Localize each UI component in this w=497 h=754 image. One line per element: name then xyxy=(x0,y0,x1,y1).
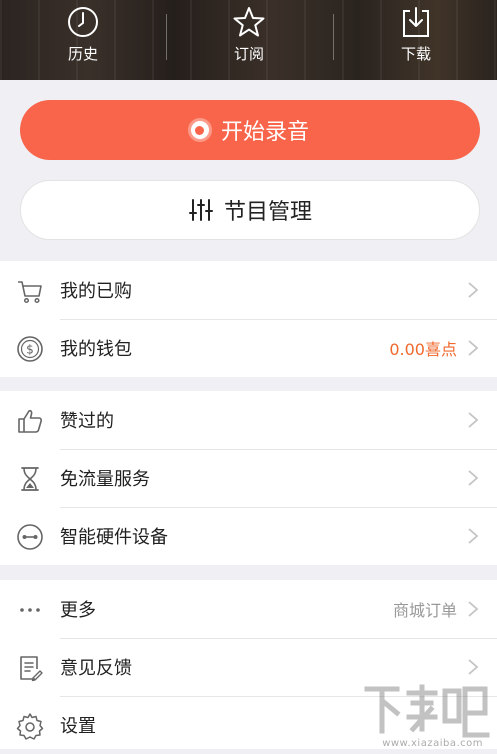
gear-icon xyxy=(16,713,44,740)
device-link-icon xyxy=(17,524,43,550)
nav-divider xyxy=(166,14,167,60)
list-item-label: 意见反馈 xyxy=(60,658,132,679)
list-group-purchases: 我的已购 $ 我的钱包 0.00喜点 xyxy=(0,261,497,377)
star-icon xyxy=(233,7,265,37)
download-label: 下载 xyxy=(400,45,431,63)
more-dots-icon xyxy=(20,608,40,612)
list-item-liked[interactable]: 赞过的 xyxy=(0,391,497,449)
hourglass-icon xyxy=(21,467,39,491)
subscribe-label: 订阅 xyxy=(233,45,264,63)
list-item-smart-hardware[interactable]: 智能硬件设备 xyxy=(0,507,497,565)
record-icon xyxy=(190,121,209,139)
start-recording-label: 开始录音 xyxy=(220,120,309,145)
wallet-coin-icon: $ xyxy=(17,336,43,362)
chevron-right-icon xyxy=(468,470,479,486)
download-button[interactable]: 下载 xyxy=(366,0,466,80)
history-button[interactable]: 历史 xyxy=(33,0,133,80)
list-item-label: 更多 xyxy=(60,600,96,621)
wallet-balance: 0.00喜点 xyxy=(389,340,457,359)
list-item-label: 设置 xyxy=(60,716,96,737)
chevron-right-icon xyxy=(468,528,479,544)
chevron-right-icon xyxy=(468,659,479,675)
program-management-label: 节目管理 xyxy=(223,200,312,225)
chevron-right-icon xyxy=(468,340,479,356)
svg-text:$: $ xyxy=(26,343,34,357)
clock-icon xyxy=(68,7,98,37)
cart-icon xyxy=(18,281,42,304)
program-management-button[interactable]: 节目管理 xyxy=(20,180,480,240)
list-item-label: 我的钱包 xyxy=(60,339,132,360)
list-item-wallet[interactable]: $ 我的钱包 0.00喜点 xyxy=(0,319,497,377)
chevron-right-icon xyxy=(468,412,479,428)
mall-orders-link: 商城订单 xyxy=(392,601,457,620)
list-item-label: 免流量服务 xyxy=(60,469,150,490)
list-item-label: 我的已购 xyxy=(60,281,132,302)
watermark-url: www.xiazaiba.com xyxy=(382,738,483,749)
list-item-label: 赞过的 xyxy=(60,411,114,432)
chevron-right-icon xyxy=(468,282,479,298)
feedback-icon xyxy=(20,656,43,682)
watermark-logo xyxy=(364,684,490,738)
nav-divider xyxy=(333,14,334,60)
history-label: 历史 xyxy=(67,45,98,63)
subscribe-button[interactable]: 订阅 xyxy=(199,0,299,80)
list-item-label: 智能硬件设备 xyxy=(60,527,168,548)
list-item-purchased[interactable]: 我的已购 xyxy=(0,261,497,319)
start-recording-button[interactable]: 开始录音 xyxy=(20,100,480,160)
top-nav-bar: 历史 订阅 下载 xyxy=(0,0,497,80)
list-item-data-free-service[interactable]: 免流量服务 xyxy=(0,449,497,507)
thumbs-up-icon xyxy=(18,409,42,433)
sliders-icon xyxy=(188,199,213,221)
list-group-services: 赞过的 免流量服务 智能硬件设备 xyxy=(0,391,497,565)
chevron-right-icon xyxy=(468,601,479,617)
download-icon xyxy=(403,7,429,37)
list-item-more[interactable]: 更多 商城订单 xyxy=(0,580,497,638)
